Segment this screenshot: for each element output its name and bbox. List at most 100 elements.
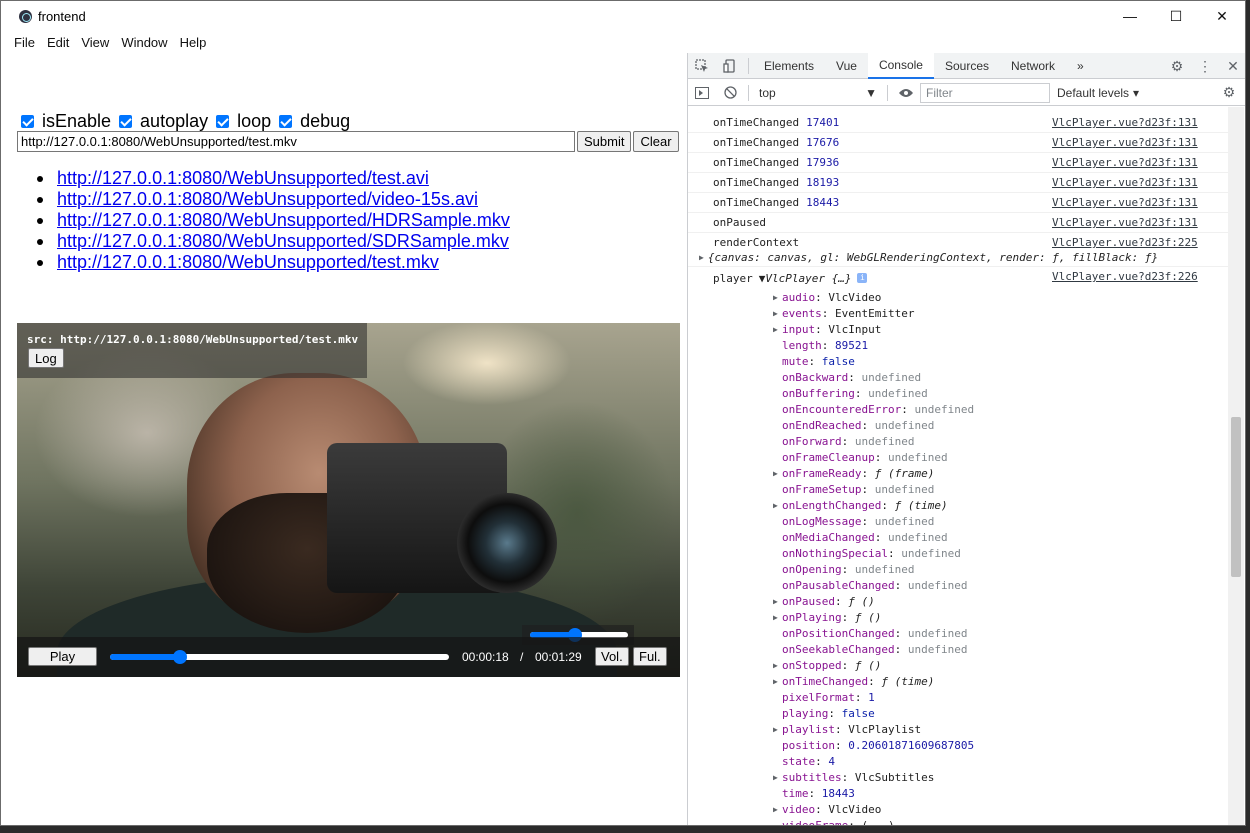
close-button[interactable]: ✕ bbox=[1199, 1, 1245, 31]
option-isenable[interactable]: isEnable bbox=[21, 111, 111, 132]
loop-checkbox[interactable] bbox=[216, 115, 230, 128]
settings-gear-icon[interactable]: ⚙ bbox=[1163, 53, 1191, 79]
object-property[interactable]: ▶ onPlaying: ƒ () bbox=[688, 609, 1228, 625]
object-property[interactable]: ▶ events: EventEmitter bbox=[688, 305, 1228, 321]
property-value: undefined bbox=[874, 418, 935, 432]
expand-triangle-icon[interactable]: ▶ bbox=[773, 677, 778, 686]
object-property: onMediaChanged: undefined bbox=[688, 529, 1228, 545]
expand-triangle-icon[interactable]: ▶ bbox=[773, 309, 778, 318]
url-form: Submit Clear bbox=[17, 131, 679, 152]
debug-checkbox[interactable] bbox=[279, 115, 293, 128]
object-property[interactable]: ▶ video: VlcVideo bbox=[688, 801, 1228, 817]
object-property[interactable]: ▶ subtitles: VlcSubtitles bbox=[688, 769, 1228, 785]
object-property[interactable]: ▶ onFrameReady: ƒ (frame) bbox=[688, 465, 1228, 481]
fullscreen-button[interactable]: Ful. bbox=[633, 647, 667, 666]
console-sidebar-icon[interactable] bbox=[688, 80, 716, 106]
expand-triangle-icon[interactable]: ▶ bbox=[773, 293, 778, 302]
expand-triangle-icon[interactable]: ▶ bbox=[773, 725, 778, 734]
log-value: 17936 bbox=[806, 156, 840, 169]
window-title: frontend bbox=[38, 8, 86, 24]
property-colon: : bbox=[894, 642, 908, 656]
menu-file[interactable]: File bbox=[8, 35, 41, 50]
expand-triangle-icon[interactable]: ▶ bbox=[773, 805, 778, 814]
property-value: 0.206018716096878​05 bbox=[848, 738, 975, 752]
device-toolbar-icon[interactable] bbox=[716, 53, 744, 79]
minimize-button[interactable]: — bbox=[1107, 1, 1153, 31]
clear-button[interactable]: Clear bbox=[633, 131, 679, 152]
console-scrollbar[interactable] bbox=[1228, 107, 1244, 825]
property-colon: : bbox=[848, 818, 862, 826]
object-property[interactable]: ▶ onStopped: ƒ () bbox=[688, 657, 1228, 673]
option-autoplay[interactable]: autoplay bbox=[119, 111, 208, 132]
menu-view[interactable]: View bbox=[75, 35, 115, 50]
property-key: length bbox=[782, 338, 822, 352]
video-link[interactable]: http://127.0.0.1:8080/WebUnsupported/tes… bbox=[57, 252, 439, 273]
object-property: mute: false bbox=[688, 353, 1228, 369]
video-link[interactable]: http://127.0.0.1:8080/WebUnsupported/vid… bbox=[57, 189, 478, 210]
inspect-element-icon[interactable] bbox=[688, 53, 716, 79]
expand-triangle-icon[interactable]: ▶ bbox=[773, 501, 778, 510]
more-options-icon[interactable]: ⋮ bbox=[1191, 53, 1219, 79]
object-property[interactable]: ▶ onLengthChanged: ƒ (time) bbox=[688, 497, 1228, 513]
tab-sources[interactable]: Sources bbox=[934, 53, 1000, 79]
tab-vue[interactable]: Vue bbox=[825, 53, 868, 79]
expand-triangle-icon[interactable]: ▶ bbox=[773, 661, 778, 670]
tab-network[interactable]: Network bbox=[1000, 53, 1066, 79]
console-settings-gear-icon[interactable]: ⚙ bbox=[1215, 80, 1243, 106]
menu-window[interactable]: Window bbox=[115, 35, 173, 50]
video-link[interactable]: http://127.0.0.1:8080/WebUnsupported/HDR… bbox=[57, 210, 510, 231]
log-source-link[interactable]: VlcPlayer.vue?d23f:226 bbox=[1052, 270, 1198, 283]
menu-edit[interactable]: Edit bbox=[41, 35, 75, 50]
scrollbar-thumb[interactable] bbox=[1231, 417, 1241, 577]
object-preview[interactable]: ▶ {canvas: canvas, gl: WebGLRenderingCon… bbox=[699, 249, 1158, 265]
volume-button[interactable]: Vol. bbox=[595, 647, 629, 666]
object-property[interactable]: ▶ playlist: VlcPlaylist bbox=[688, 721, 1228, 737]
live-expression-eye-icon[interactable] bbox=[892, 80, 920, 106]
console-filter-input[interactable]: Filter bbox=[920, 82, 1050, 103]
property-key: onForward bbox=[782, 434, 842, 448]
expand-triangle-icon[interactable]: ▶ bbox=[773, 773, 778, 782]
autoplay-checkbox[interactable] bbox=[119, 115, 133, 128]
expand-triangle-icon[interactable]: ▶ bbox=[773, 325, 778, 334]
play-button[interactable]: Play bbox=[28, 647, 97, 666]
tab-console[interactable]: Console bbox=[867, 52, 934, 79]
expand-triangle-icon[interactable]: ▶ bbox=[773, 597, 778, 606]
maximize-button[interactable]: ☐ bbox=[1153, 1, 1199, 31]
tab-elements[interactable]: Elements bbox=[753, 53, 825, 79]
property-colon: : bbox=[874, 450, 888, 464]
log-source-link[interactable]: VlcPlayer.vue?d23f:131 bbox=[1052, 216, 1198, 229]
object-property: onEndReached: undefined bbox=[688, 417, 1228, 433]
object-property[interactable]: ▶ onPaused: ƒ () bbox=[688, 593, 1228, 609]
expand-triangle-icon[interactable]: ▶ bbox=[773, 469, 778, 478]
object-property: time: 18443 bbox=[688, 785, 1228, 801]
menu-help[interactable]: Help bbox=[174, 35, 213, 50]
video-link[interactable]: http://127.0.0.1:8080/WebUnsupported/SDR… bbox=[57, 231, 509, 252]
clear-console-icon[interactable] bbox=[716, 80, 744, 106]
log-source-link[interactable]: VlcPlayer.vue?d23f:131 bbox=[1052, 196, 1198, 209]
log-source-link[interactable]: VlcPlayer.vue?d23f:131 bbox=[1052, 136, 1198, 149]
property-value: ƒ (time) bbox=[881, 674, 935, 688]
option-loop[interactable]: loop bbox=[216, 111, 271, 132]
object-property[interactable]: ▶ onTimeChanged: ƒ (time) bbox=[688, 673, 1228, 689]
context-selector[interactable]: top ▼ bbox=[753, 82, 883, 104]
url-input[interactable] bbox=[17, 131, 575, 152]
log-levels-dropdown[interactable]: Default levels ▾ bbox=[1057, 86, 1139, 100]
log-source-link[interactable]: VlcPlayer.vue?d23f:131 bbox=[1052, 116, 1198, 129]
log-source-link[interactable]: VlcPlayer.vue?d23f:131 bbox=[1052, 156, 1198, 169]
seek-slider[interactable] bbox=[110, 650, 449, 664]
object-property[interactable]: ▶ input: VlcInput bbox=[688, 321, 1228, 337]
submit-button[interactable]: Submit bbox=[577, 131, 632, 152]
expand-triangle-icon[interactable]: ▶ bbox=[773, 613, 778, 622]
option-debug[interactable]: debug bbox=[279, 111, 350, 132]
more-tabs-button[interactable]: » bbox=[1066, 53, 1095, 79]
isenable-checkbox[interactable] bbox=[21, 115, 34, 128]
close-devtools-icon[interactable]: ✕ bbox=[1219, 53, 1245, 79]
video-link[interactable]: http://127.0.0.1:8080/WebUnsupported/tes… bbox=[57, 168, 429, 189]
object-property[interactable]: ▶ audio: VlcVideo bbox=[688, 289, 1228, 305]
log-source-link[interactable]: VlcPlayer.vue?d23f:131 bbox=[1052, 176, 1198, 189]
log-source-link[interactable]: VlcPlayer.vue?d23f:225 bbox=[1052, 236, 1198, 249]
log-button[interactable]: Log bbox=[28, 348, 64, 368]
player-object-header[interactable]: ▼VlcPlayer {…} bbox=[759, 272, 852, 285]
video-player[interactable]: src: http://127.0.0.1:8080/WebUnsupporte… bbox=[17, 323, 680, 677]
seek-thumb[interactable] bbox=[172, 650, 187, 664]
